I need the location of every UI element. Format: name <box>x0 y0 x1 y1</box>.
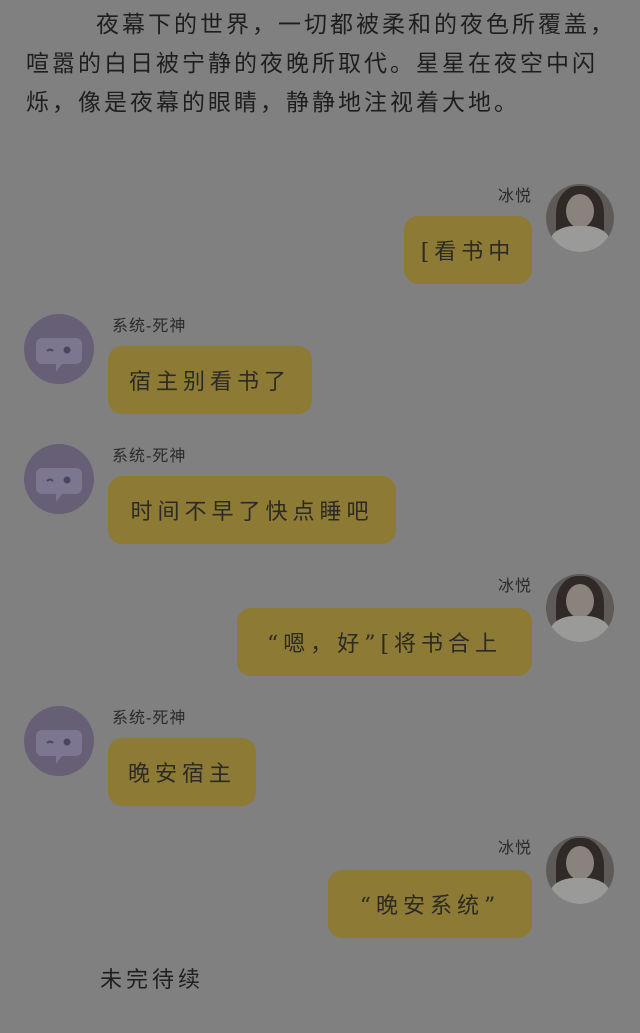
sender-name: 冰悦 <box>497 576 532 595</box>
message-bubble[interactable]: 晚安宿主 <box>108 738 256 806</box>
user-avatar[interactable] <box>546 836 614 904</box>
message-bubble[interactable]: “嗯，好”[将书合上 <box>237 608 532 676</box>
story-intro-text: 夜幕下的世界，一切都被柔和的夜色所覆盖，喧嚣的白日被宁静的夜晚所取代。星星在夜空… <box>26 12 616 116</box>
sender-name: 系统-死神 <box>112 708 187 727</box>
message-bubble[interactable]: “晚安系统” <box>328 870 532 938</box>
user-avatar[interactable] <box>546 574 614 642</box>
sender-name: 冰悦 <box>497 186 532 205</box>
message-bubble[interactable]: [看书中 <box>404 216 532 284</box>
chat-bubble-face-icon[interactable] <box>24 314 94 384</box>
sender-name: 冰悦 <box>497 838 532 857</box>
sender-name: 系统-死神 <box>112 446 187 465</box>
chat-bubble-face-icon[interactable] <box>24 444 94 514</box>
to-be-continued-text: 未完待续 <box>100 968 205 993</box>
message-bubble[interactable]: 时间不早了快点睡吧 <box>108 476 396 544</box>
message-bubble[interactable]: 宿主别看书了 <box>108 346 312 414</box>
sender-name: 系统-死神 <box>112 316 187 335</box>
user-avatar[interactable] <box>546 184 614 252</box>
chat-bubble-face-icon[interactable] <box>24 706 94 776</box>
